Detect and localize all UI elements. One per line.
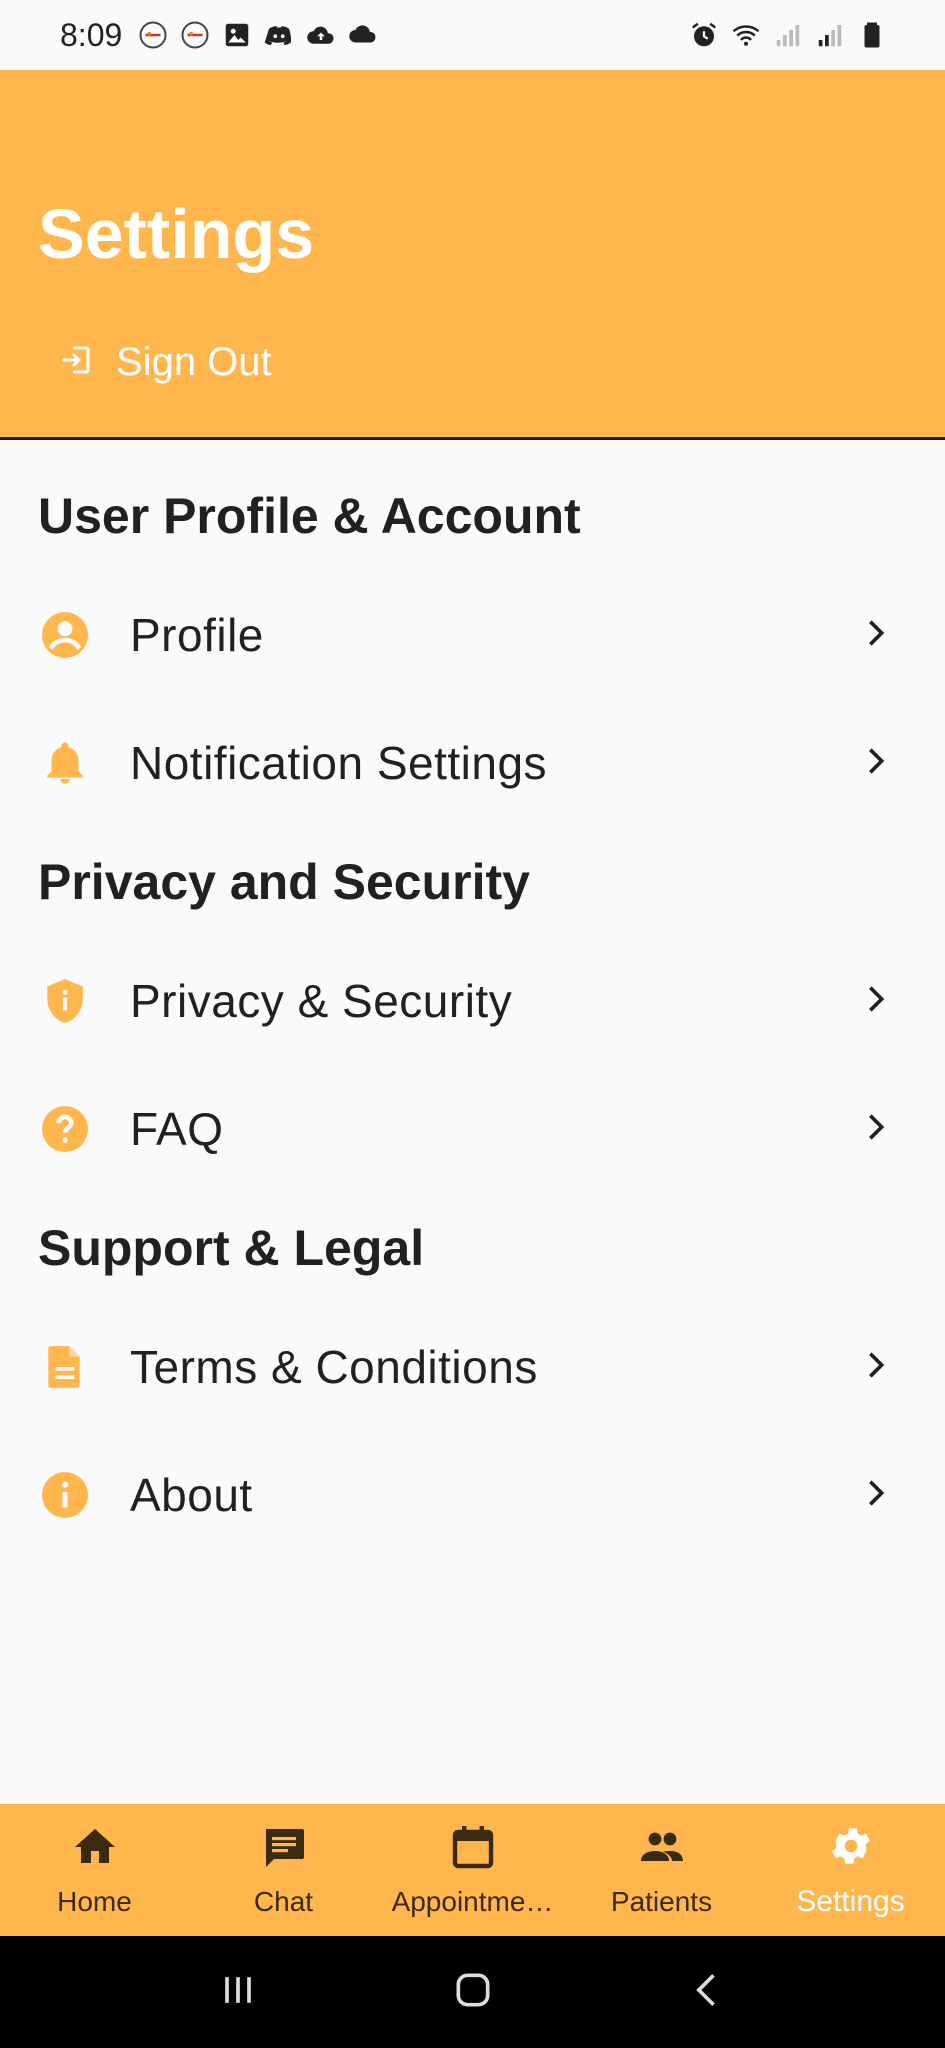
account-circle-icon — [40, 610, 90, 660]
chevron-right-icon — [859, 616, 893, 655]
bottom-nav: Home Chat Appointme… Patients Settings — [0, 1804, 945, 1936]
settings-item-profile[interactable]: Profile — [0, 571, 945, 699]
document-icon — [40, 1342, 90, 1392]
nav-label: Settings — [796, 1884, 905, 1918]
section-title: User Profile & Account — [38, 488, 581, 544]
chevron-right-icon — [859, 1110, 893, 1149]
cloud-icon — [348, 20, 378, 50]
chevron-right-icon — [859, 1476, 893, 1515]
discord-icon — [264, 20, 294, 50]
sign-out-button[interactable]: Sign Out — [58, 340, 272, 385]
nav-item-settings[interactable]: Settings — [756, 1804, 945, 1936]
alarm-icon — [689, 20, 719, 50]
nav-label: Appointme… — [391, 1885, 554, 1917]
settings-item-label: Profile — [130, 609, 264, 661]
settings-item-privacy-security[interactable]: Privacy & Security — [0, 937, 945, 1065]
app-header: Settings Sign Out — [0, 70, 945, 440]
settings-item-label: Privacy & Security — [130, 975, 513, 1027]
chat-icon — [260, 1823, 308, 1876]
section-title: Privacy and Security — [38, 854, 530, 910]
battery-icon — [857, 20, 887, 50]
bell-icon — [40, 738, 90, 788]
nav-item-chat[interactable]: Chat — [189, 1804, 378, 1936]
status-left-icons — [138, 20, 378, 50]
image-icon — [222, 20, 252, 50]
settings-item-about[interactable]: About — [0, 1431, 945, 1559]
chevron-right-icon — [859, 744, 893, 783]
info-icon — [40, 1470, 90, 1520]
status-right-icons — [689, 20, 887, 50]
system-nav-bar — [0, 1936, 945, 2048]
page-title: Settings — [38, 195, 315, 273]
calendar-icon — [449, 1823, 497, 1876]
recent-apps-button[interactable] — [216, 1968, 260, 2017]
gear-icon — [827, 1822, 875, 1875]
settings-item-notification-settings[interactable]: Notification Settings — [0, 699, 945, 827]
shield-icon — [40, 976, 90, 1026]
cloud-upload-icon — [306, 20, 336, 50]
settings-item-faq[interactable]: FAQ — [0, 1065, 945, 1193]
section-title: Support & Legal — [38, 1220, 425, 1276]
chevron-right-icon — [859, 982, 893, 1021]
settings-item-terms-conditions[interactable]: Terms & Conditions — [0, 1303, 945, 1431]
app-notification-icon — [180, 20, 210, 50]
settings-item-label: FAQ — [130, 1103, 224, 1155]
home-button[interactable] — [451, 1968, 495, 2017]
nav-label: Chat — [253, 1885, 314, 1917]
sign-out-label: Sign Out — [116, 340, 272, 384]
logout-icon — [58, 342, 94, 383]
status-bar: 8:09 — [0, 0, 945, 70]
home-icon — [71, 1823, 119, 1876]
app-notification-icon — [138, 20, 168, 50]
nav-item-appointments[interactable]: Appointme… — [378, 1804, 567, 1936]
help-circle-icon — [40, 1104, 90, 1154]
wifi-icon — [731, 20, 761, 50]
nav-label: Home — [57, 1885, 132, 1917]
settings-item-label: Terms & Conditions — [130, 1341, 538, 1393]
settings-list: User Profile & Account Profile Notificat… — [0, 443, 945, 1559]
status-time: 8:09 — [60, 16, 123, 53]
signal-icon — [815, 20, 845, 50]
nav-item-patients[interactable]: Patients — [567, 1804, 756, 1936]
nav-label: Patients — [610, 1885, 713, 1917]
nav-item-home[interactable]: Home — [0, 1804, 189, 1936]
back-button[interactable] — [686, 1968, 730, 2017]
signal-icon — [773, 20, 803, 50]
chevron-right-icon — [859, 1348, 893, 1387]
settings-item-label: About — [130, 1469, 253, 1521]
people-icon — [638, 1823, 686, 1876]
settings-item-label: Notification Settings — [130, 737, 548, 789]
